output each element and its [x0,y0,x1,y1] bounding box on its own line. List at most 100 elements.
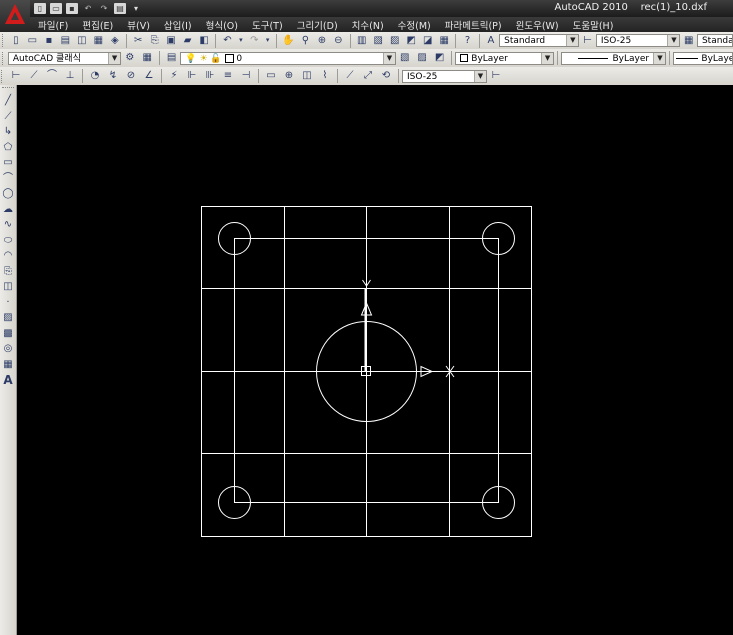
layer-state-icon[interactable]: ◩ [432,51,446,66]
chevron-down-icon[interactable]: ▼ [383,52,395,64]
cut-icon[interactable]: ✂ [131,33,144,48]
jogged-linear-icon[interactable]: ⌇ [318,69,333,84]
ordinate-dimension-icon[interactable]: ⊥ [63,69,78,84]
region-icon[interactable]: ◎ [1,342,15,356]
menu-view[interactable]: 뷰(V) [119,18,150,32]
toolbar-grip[interactable] [2,51,6,65]
inspection-icon[interactable]: ◫ [300,69,315,84]
menu-modify[interactable]: 수정(M) [390,18,431,32]
chevron-down-icon[interactable]: ▼ [566,35,579,46]
quickcalc-icon[interactable]: ▦ [437,33,450,48]
layer-previous-icon[interactable]: ▨ [415,51,429,66]
chevron-down-icon[interactable]: ▼ [474,70,486,82]
dim-style-select[interactable]: ISO-25 ▼ [595,34,681,47]
match-properties-icon[interactable]: ▰ [181,33,194,48]
open-icon[interactable]: ▭ [26,33,39,48]
menu-window[interactable]: 윈도우(W) [508,18,559,32]
copy-icon[interactable]: ⎘ [148,33,161,48]
text-style-select[interactable]: Standard ▼ [499,34,580,47]
ellipse-arc-icon[interactable]: ◠ [1,249,15,263]
chevron-down-icon[interactable]: ▼ [653,52,666,64]
chevron-down-icon[interactable]: ▼ [667,35,680,46]
menu-insert[interactable]: 삽입(I) [156,18,192,32]
properties-icon[interactable]: ▥ [355,33,368,48]
gradient-icon[interactable]: ▩ [1,327,15,341]
angular-dimension-icon[interactable]: ∠ [142,69,157,84]
plot-icon[interactable]: ▤ [59,33,72,48]
dim-style-icon[interactable]: ⊢ [581,33,594,48]
zoom-realtime-icon[interactable]: ⚲ [299,33,312,48]
chevron-down-icon[interactable]: ▾ [130,3,142,14]
polyline-icon[interactable]: ↳ [1,125,15,139]
sheet-set-icon[interactable]: ◩ [404,33,417,48]
dimension-text-edit-icon[interactable]: ⤢ [361,69,376,84]
plot-icon[interactable]: ▤ [114,3,126,14]
redo-icon[interactable]: ↷ [98,3,110,14]
polygon-icon[interactable]: ⬠ [1,141,15,155]
rectangle-icon[interactable]: ▭ [1,156,15,170]
design-center-icon[interactable]: ▧ [371,33,384,48]
center-mark-icon[interactable]: ⊕ [282,69,297,84]
linear-dimension-icon[interactable]: ⊢ [9,69,24,84]
pan-icon[interactable]: ✋ [281,33,295,48]
baseline-dimension-icon[interactable]: ⊩ [185,69,200,84]
revision-cloud-icon[interactable]: ☁ [1,203,15,217]
table-style-select[interactable]: Standard [696,34,733,47]
insert-block-icon[interactable]: ⎘ [1,265,15,279]
menu-help[interactable]: 도움말(H) [565,18,614,32]
text-style-icon[interactable]: A [484,33,497,48]
arc-icon[interactable]: ⌒ [1,172,15,186]
toolbar-grip[interactable] [2,87,14,91]
help-icon[interactable]: ? [461,33,474,48]
3d-dwf-icon[interactable]: ◈ [108,33,121,48]
markup-icon[interactable]: ◪ [421,33,434,48]
table-icon[interactable]: ▦ [1,358,15,372]
quick-dimension-icon[interactable]: ⚡ [167,69,182,84]
publish-icon[interactable]: ▦ [92,33,105,48]
menu-format[interactable]: 형식(O) [198,18,238,32]
chevron-down-icon[interactable]: ▾ [264,33,271,48]
redo-icon[interactable]: ↷ [248,33,261,48]
table-style-icon[interactable]: ▦ [682,33,695,48]
zoom-previous-icon[interactable]: ⊖ [332,33,345,48]
multiline-text-icon[interactable]: A [1,373,15,387]
lineweight-select[interactable]: ByLayer [673,51,733,65]
tolerance-icon[interactable]: ▭ [264,69,279,84]
toolbar-grip[interactable] [2,34,6,47]
dimension-edit-icon[interactable]: ⟋ [343,69,358,84]
spline-icon[interactable]: ∿ [1,218,15,232]
construction-line-icon[interactable]: ⟋ [1,110,15,124]
make-block-icon[interactable]: ◫ [1,280,15,294]
menu-tools[interactable]: 도구(T) [244,18,283,32]
arc-length-icon[interactable]: ⌒ [45,69,60,84]
save-icon[interactable]: ▪ [66,3,78,14]
layer-properties-icon[interactable]: ▤ [164,51,178,66]
point-icon[interactable]: · [1,296,15,310]
color-select[interactable]: ByLayer ▼ [455,51,555,65]
undo-icon[interactable]: ↶ [82,3,94,14]
make-current-layer-icon[interactable]: ▧ [398,51,412,66]
new-icon[interactable]: ▯ [9,33,22,48]
dimension-space-icon[interactable]: ≡ [221,69,236,84]
dimension-break-icon[interactable]: ⊣ [239,69,254,84]
workspace-settings-icon[interactable]: ⚙ [123,51,137,66]
block-editor-icon[interactable]: ◧ [197,33,210,48]
paste-icon[interactable]: ▣ [164,33,177,48]
circle-icon[interactable]: ◯ [1,187,15,201]
radius-dimension-icon[interactable]: ◔ [88,69,103,84]
menu-edit[interactable]: 편집(E) [74,18,113,32]
layer-select[interactable]: 💡 ☀ 🔓 0 ▼ [180,51,396,65]
linetype-select[interactable]: ByLayer ▼ [561,51,667,65]
dimension-style-icon[interactable]: ⊢ [489,69,504,84]
line-icon[interactable]: ╱ [1,94,15,108]
dimension-style-select[interactable]: ISO-25 ▼ [402,69,487,83]
dimension-update-icon[interactable]: ⟲ [379,69,394,84]
continue-dimension-icon[interactable]: ⊪ [203,69,218,84]
undo-icon[interactable]: ↶ [221,33,234,48]
my-workspace-icon[interactable]: ▦ [140,51,154,66]
hatch-icon[interactable]: ▨ [1,311,15,325]
menu-file[interactable]: 파일(F) [30,18,68,32]
jogged-dimension-icon[interactable]: ↯ [106,69,121,84]
toolbar-grip[interactable] [1,69,5,83]
menu-dimension[interactable]: 치수(N) [344,18,384,32]
